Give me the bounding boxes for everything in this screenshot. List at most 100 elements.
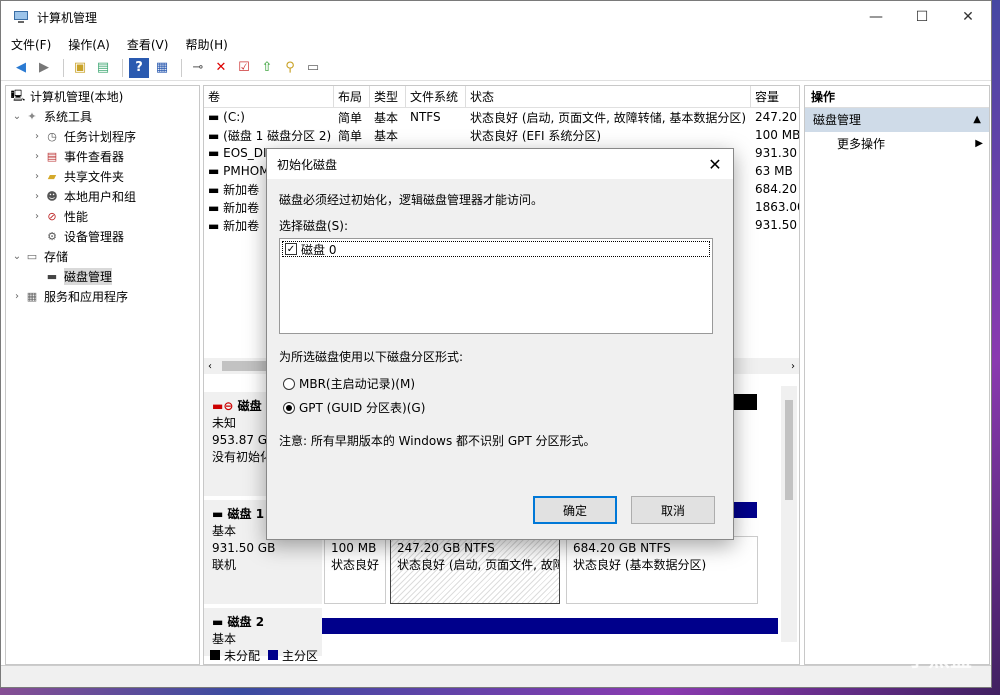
partition-c[interactable]: 247.20 GB NTFS 状态良好 (启动, 页面文件, 故障 — [390, 536, 560, 604]
actions-header: 操作 — [805, 86, 989, 108]
tree-item-disk-management[interactable]: ▬ 磁盘管理 — [6, 266, 199, 286]
chevron-right-icon[interactable]: › — [30, 131, 44, 142]
volume-name: 新加卷 — [223, 200, 260, 215]
gpt-label: GPT (GUID 分区表)(G) — [299, 401, 426, 415]
column-header-volume[interactable]: 卷 — [204, 86, 334, 107]
computer-management-icon — [14, 11, 28, 23]
tree-item-storage[interactable]: ⌄ ▭ 存储 — [6, 246, 199, 266]
column-header-capacity[interactable]: 容量 — [751, 86, 799, 107]
more-actions-label: 更多操作 — [837, 137, 886, 151]
gpt-radio[interactable]: GPT (GUID 分区表)(G) — [283, 399, 425, 416]
chevron-right-icon[interactable]: › — [30, 191, 44, 202]
close-button[interactable]: ✕ — [945, 1, 991, 33]
delete-icon[interactable]: ✕ — [211, 58, 231, 78]
partition-style-label: 为所选磁盘使用以下磁盘分区形式: — [279, 350, 464, 364]
partition-efi[interactable]: 100 MB 状态良好 — [324, 536, 386, 604]
disk-select-list[interactable]: ✓ 磁盘 0 — [279, 238, 713, 334]
column-header-layout[interactable]: 布局 — [334, 86, 370, 107]
volume-name: 新加卷 — [223, 182, 260, 197]
cancel-button[interactable]: 取消 — [631, 496, 715, 524]
volume-type: 基本 — [374, 128, 399, 143]
tree-item-computer-management[interactable]: 🖳 计算机管理(本地) — [6, 86, 199, 106]
performance-icon: ⊘ — [47, 209, 57, 223]
partition-status: 状态良好 (基本数据分区) — [573, 558, 707, 572]
settings-icon[interactable]: ▭ — [303, 58, 323, 78]
scrollbar-thumb[interactable] — [785, 400, 793, 500]
menu-help[interactable]: 帮助(H) — [185, 36, 227, 53]
tree-item-shared-folders[interactable]: › ▰ 共享文件夹 — [6, 166, 199, 186]
volume-capacity: 100 MB — [755, 128, 799, 142]
minimize-button[interactable]: — — [853, 1, 899, 33]
disk-checkbox[interactable]: ✓ — [285, 243, 297, 255]
disk-2-bar — [322, 618, 778, 634]
chevron-down-icon[interactable]: ⌄ — [10, 111, 24, 122]
initialize-disk-dialog: 初始化磁盘 ✕ 磁盘必须经过初始化，逻辑磁盘管理器才能访问。 选择磁盘(S): … — [266, 148, 734, 540]
volume-capacity: 684.20 — [755, 182, 797, 196]
tree-item-label: 计算机管理(本地) — [30, 89, 124, 104]
tree-item-performance[interactable]: › ⊘ 性能 — [6, 206, 199, 226]
ok-button[interactable]: 确定 — [533, 496, 617, 524]
tree-item-task-scheduler[interactable]: › ◷ 任务计划程序 — [6, 126, 199, 146]
mbr-radio[interactable]: MBR(主启动记录)(M) — [283, 375, 415, 392]
disk-name: 磁盘 2 — [227, 615, 265, 629]
search-icon[interactable]: ⚲ — [280, 58, 300, 78]
collapse-icon[interactable]: ▲ — [973, 108, 981, 132]
tree-item-label: 磁盘管理 — [64, 267, 113, 285]
table-row[interactable]: ▬ (磁盘 1 磁盘分区 2) 简单 基本 状态良好 (EFI 系统分区) 100 MB — [204, 126, 799, 144]
tools-icon: ✦ — [27, 109, 37, 123]
help-icon[interactable]: ? — [129, 57, 149, 78]
vertical-scrollbar[interactable] — [781, 386, 797, 642]
tree-item-services-apps[interactable]: › ▦ 服务和应用程序 — [6, 286, 199, 306]
menu-action[interactable]: 操作(A) — [68, 36, 110, 53]
properties-icon[interactable]: ▦ — [152, 58, 172, 78]
chevron-right-icon: ▶ — [975, 138, 983, 149]
menu-file[interactable]: 文件(F) — [11, 36, 51, 53]
radio-circle-selected[interactable] — [283, 401, 295, 414]
scroll-left-icon[interactable]: ‹ — [208, 361, 212, 372]
menu-view[interactable]: 查看(V) — [127, 36, 169, 53]
forward-icon[interactable]: ▶ — [34, 58, 54, 78]
volume-name: PMHOM — [223, 164, 270, 178]
chevron-right-icon[interactable]: › — [10, 291, 24, 302]
tree-item-device-manager[interactable]: ⚙ 设备管理器 — [6, 226, 199, 246]
title-bar: 计算机管理 — ☐ ✕ — [1, 1, 991, 33]
volume-capacity: 931.50 — [755, 218, 797, 232]
radio-circle[interactable] — [283, 377, 295, 390]
legend-label: 主分区 — [282, 648, 319, 663]
tree-item-local-users[interactable]: › ☻ 本地用户和组 — [6, 186, 199, 206]
scroll-right-icon[interactable]: › — [791, 361, 795, 372]
back-icon[interactable]: ◀ — [11, 58, 31, 78]
show-hide-tree-icon[interactable]: ▤ — [93, 58, 113, 78]
table-row[interactable]: ▬ (C:) 简单 基本 NTFS 状态良好 (启动, 页面文件, 故障转储, 基本数据… — [204, 108, 799, 126]
column-header-filesystem[interactable]: 文件系统 — [406, 86, 466, 107]
partition-new-volume[interactable]: 684.20 GB NTFS 状态良好 (基本数据分区) — [566, 536, 758, 604]
more-actions-item[interactable]: 更多操作 ▶ — [805, 132, 989, 156]
volume-name: 新加卷 — [223, 218, 260, 233]
action-group-disk-management[interactable]: 磁盘管理 ▲ — [805, 108, 989, 132]
disk-status: 联机 — [212, 558, 237, 572]
column-header-type[interactable]: 类型 — [370, 86, 406, 107]
up-arrow-icon[interactable]: ⇧ — [257, 58, 277, 78]
device-icon: ⚙ — [47, 229, 57, 243]
check-icon[interactable]: ☑ — [234, 58, 254, 78]
chevron-down-icon[interactable]: ⌄ — [10, 251, 24, 262]
connect-icon[interactable]: ⊸ — [188, 58, 208, 78]
volume-type: 基本 — [374, 110, 399, 125]
select-disk-label: 选择磁盘(S): — [279, 219, 349, 233]
tree-item-event-viewer[interactable]: › ▤ 事件查看器 — [6, 146, 199, 166]
users-icon: ☻ — [46, 189, 58, 203]
dialog-title-bar: 初始化磁盘 ✕ — [267, 149, 733, 179]
column-header-status[interactable]: 状态 — [466, 86, 751, 107]
chevron-right-icon[interactable]: › — [30, 151, 44, 162]
tree-item-system-tools[interactable]: ⌄ ✦ 系统工具 — [6, 106, 199, 126]
list-item[interactable]: ✓ 磁盘 0 — [282, 241, 710, 257]
chevron-right-icon[interactable]: › — [30, 211, 44, 222]
tree-item-label: 设备管理器 — [64, 229, 125, 244]
volume-capacity: 247.20 — [755, 110, 797, 124]
dialog-close-button[interactable]: ✕ — [697, 155, 733, 174]
chevron-right-icon[interactable]: › — [30, 171, 44, 182]
watermark: 小黑盒 — [905, 647, 972, 672]
maximize-button[interactable]: ☐ — [899, 1, 945, 33]
toolbar: ◀ ▶ ▣ ▤ ? ▦ ⊸ ✕ ☑ ⇧ ⚲ ▭ — [1, 55, 991, 81]
up-folder-icon[interactable]: ▣ — [70, 58, 90, 78]
